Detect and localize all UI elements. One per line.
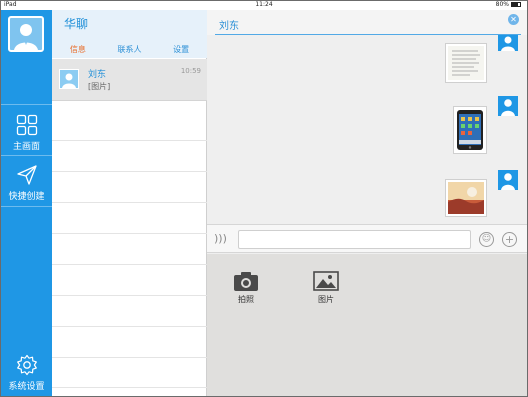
image-label: 图片 — [318, 295, 334, 304]
row-divider — [52, 357, 207, 358]
row-divider — [52, 264, 207, 265]
close-icon[interactable]: ✕ — [508, 14, 519, 25]
message-time: 10:59 — [180, 67, 201, 75]
person-icon — [501, 36, 515, 51]
sender-avatar — [498, 96, 518, 116]
tab-settings[interactable]: 设置 — [155, 44, 207, 58]
send-icon — [16, 165, 37, 185]
list-header: 华聊 信息 联系人 设置 — [52, 10, 207, 58]
plus-icon[interactable]: + — [502, 232, 517, 247]
gear-icon — [16, 354, 37, 376]
person-icon — [501, 99, 515, 116]
clock: 11:24 — [255, 1, 273, 8]
voice-icon[interactable]: ))) — [214, 232, 227, 245]
row-divider — [52, 326, 207, 327]
sender-avatar — [498, 170, 518, 190]
row-divider — [52, 233, 207, 234]
document-photo — [448, 46, 484, 80]
emoji-icon[interactable]: ☺ — [479, 232, 494, 247]
nav-divider — [1, 155, 52, 156]
attachment-tray: 拍照 图片 — [207, 254, 527, 396]
last-message: [图片] — [88, 82, 111, 91]
battery-status: 80% — [496, 1, 521, 8]
grid-icon — [16, 114, 37, 136]
tablet-photo — [457, 110, 483, 150]
message-input[interactable] — [238, 230, 471, 249]
side-nav: 主画面 快捷创建 系统设置 — [1, 10, 52, 396]
landscape-photo — [448, 182, 484, 214]
image-icon — [313, 271, 339, 291]
message-image-document[interactable] — [445, 43, 487, 83]
app-title: 华聊 — [64, 17, 89, 31]
nav-item-settings[interactable]: 系统设置 — [1, 354, 52, 392]
header-divider — [215, 34, 521, 35]
row-divider — [52, 387, 207, 388]
camera-label: 拍照 — [238, 295, 254, 304]
row-divider — [52, 295, 207, 296]
camera-icon — [234, 272, 258, 291]
status-bar: iPad 11:24 80% — [1, 1, 527, 10]
battery-icon — [511, 2, 521, 7]
contact-name: 刘东 — [88, 70, 107, 80]
contact-avatar — [59, 69, 79, 89]
conversation-item[interactable]: 刘东 [图片] 10:59 — [52, 59, 207, 101]
camera-button[interactable]: 拍照 — [226, 270, 266, 305]
nav-item-quick-create[interactable]: 快捷创建 — [1, 164, 52, 202]
tab-messages[interactable]: 信息 — [52, 44, 104, 58]
image-button[interactable]: 图片 — [306, 270, 346, 305]
nav-item-label: 快捷创建 — [8, 192, 45, 202]
person-icon — [14, 24, 38, 50]
message-input-bar: ))) ☺ + — [207, 224, 527, 253]
row-divider — [52, 140, 207, 141]
chat-contact-name: 刘东 — [219, 21, 239, 32]
battery-percent: 80% — [495, 1, 509, 8]
chat-panel: 刘东 ✕))) ☺ + 拍照 图片 — [207, 10, 527, 396]
sender-avatar — [498, 35, 518, 51]
person-icon — [501, 173, 515, 190]
list-tabs: 信息 联系人 设置 — [52, 44, 207, 58]
nav-divider — [1, 206, 52, 207]
user-avatar[interactable] — [8, 16, 44, 52]
message-image-landscape[interactable] — [445, 179, 487, 217]
message-image-tablet[interactable] — [453, 106, 487, 154]
row-divider — [52, 202, 207, 203]
nav-divider — [1, 104, 52, 105]
tab-contacts[interactable]: 联系人 — [104, 44, 156, 58]
nav-item-home[interactable]: 主画面 — [1, 114, 52, 152]
nav-item-label: 主画面 — [12, 142, 40, 152]
chat-header: 刘东 ✕ — [207, 10, 527, 35]
conversation-list-panel: 华聊 信息 联系人 设置 刘东 [图片] 10:59 — [52, 10, 207, 396]
person-icon — [62, 73, 76, 88]
row-divider — [52, 171, 207, 172]
nav-item-label: 系统设置 — [8, 382, 45, 392]
